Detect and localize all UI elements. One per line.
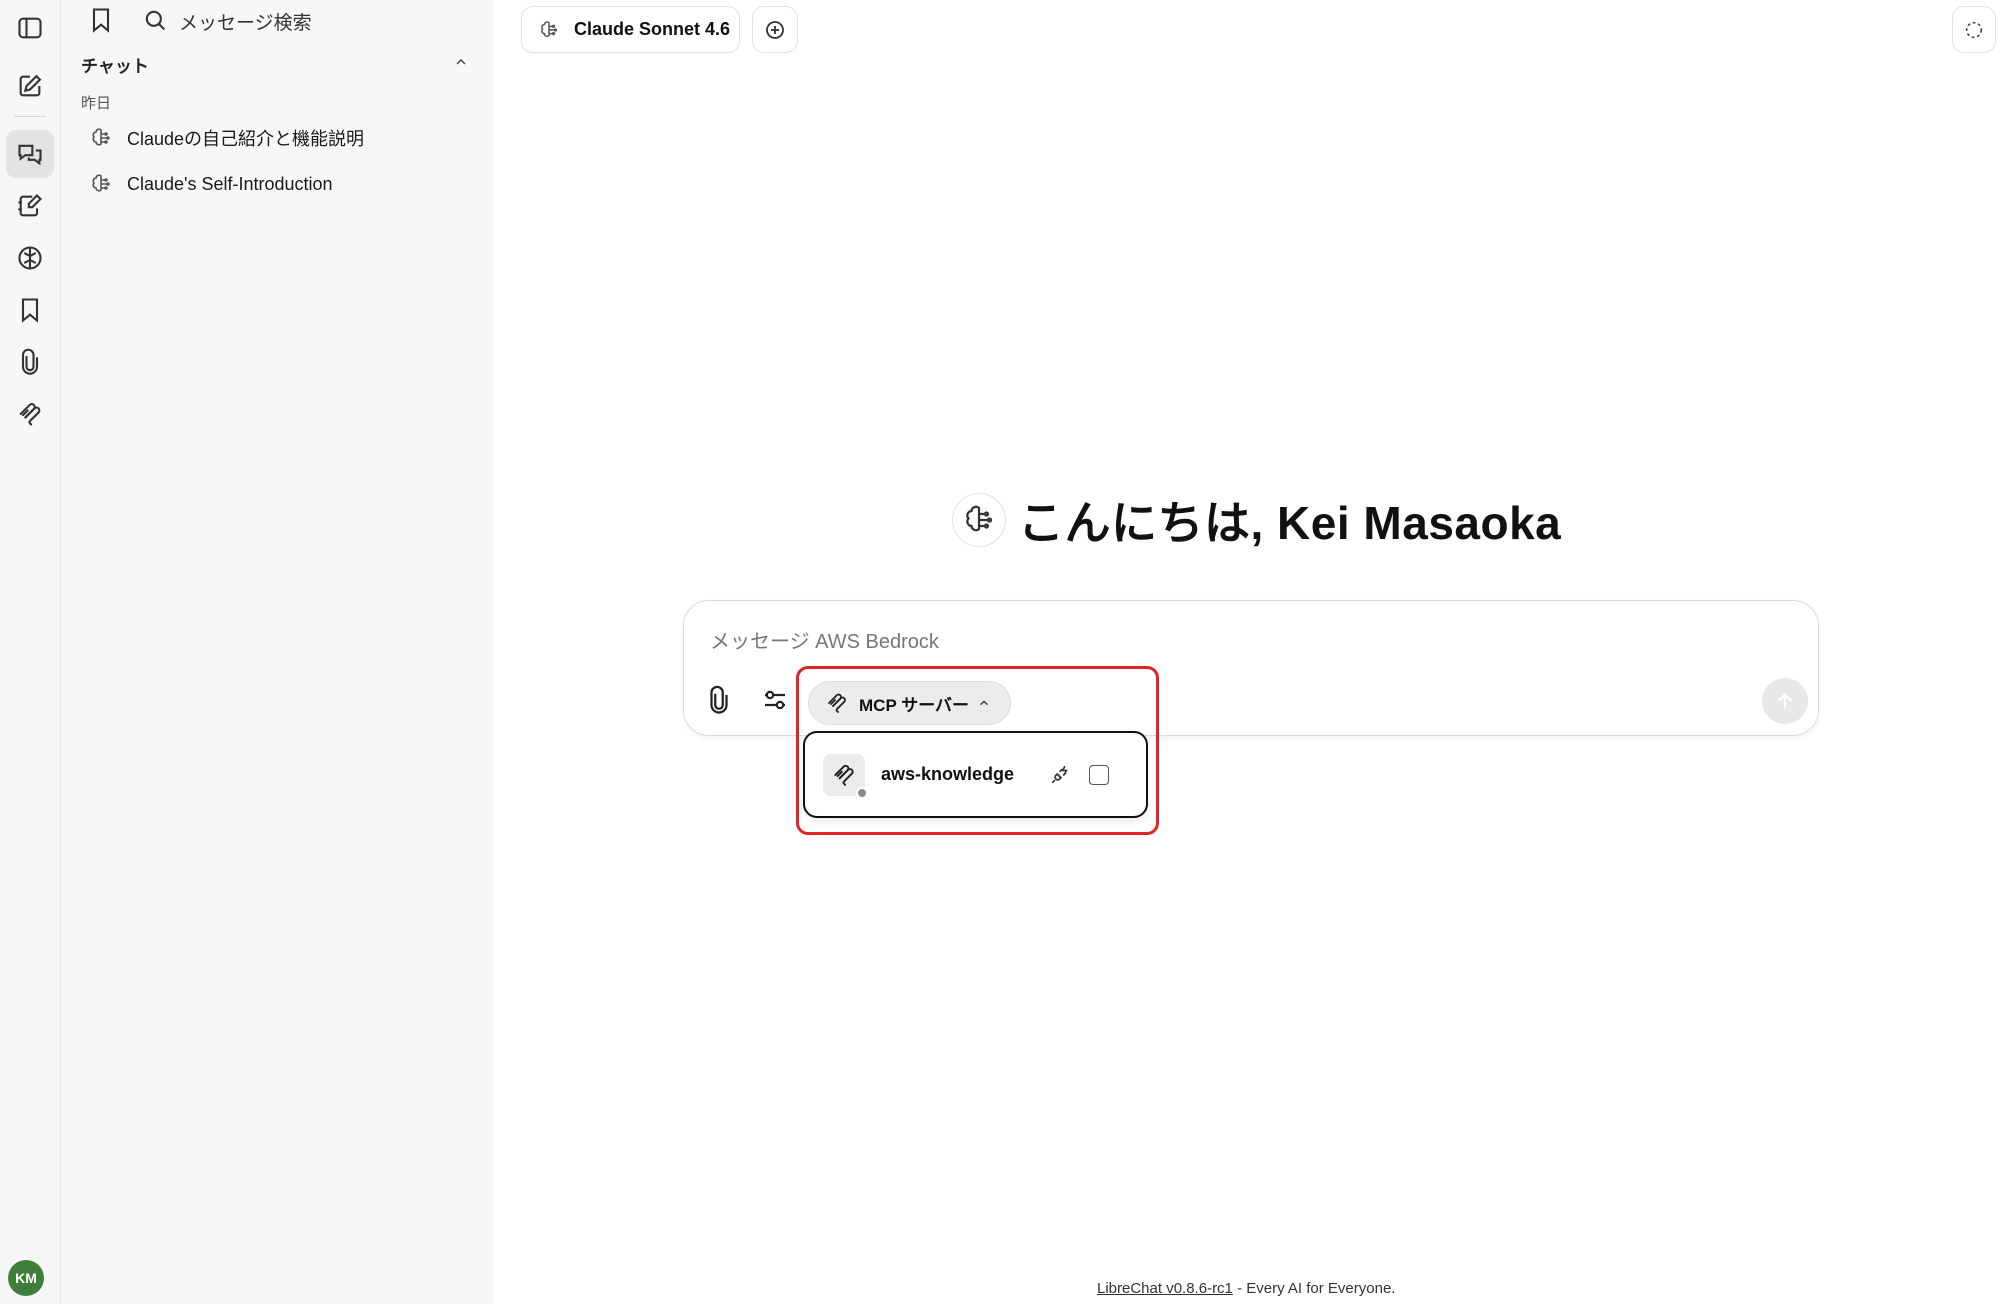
plug-icon[interactable]: [1049, 764, 1071, 786]
prompts-nav-button[interactable]: [6, 182, 54, 230]
mcp-server-label: MCP サーバー: [859, 695, 970, 715]
greeting: こんにちは, Kei Masaoka: [952, 488, 1561, 552]
paperclip-icon: [21, 348, 39, 375]
connection-status-dot: [856, 786, 868, 799]
version-link[interactable]: LibreChat v0.8.6-rc1: [1097, 1280, 1233, 1297]
mcp-icon: [834, 764, 854, 786]
paperclip-icon[interactable]: [704, 685, 734, 715]
rail-divider: [14, 116, 46, 117]
conversation-sidebar: メッセージ検索 チャット 昨日 Claudeの自己紹介と機能説明 Claude'…: [61, 0, 494, 1304]
chats-section-title: チャット: [81, 57, 149, 76]
footer-tagline: - Every AI for Everyone.: [1232, 1280, 1396, 1297]
sidebar-panel-icon: [18, 17, 42, 39]
bookmark-filter-icon[interactable]: [87, 6, 115, 34]
chat-bubbles-icon: [18, 144, 42, 166]
brain-circuit-icon: [92, 128, 110, 146]
search-input[interactable]: メッセージ検索: [179, 8, 312, 35]
conversation-title: Claude's Self-Introduction: [127, 173, 333, 194]
new-chat-button[interactable]: [6, 62, 54, 110]
sidebar-toolbar: メッセージ検索: [61, 0, 494, 40]
message-composer: メッセージ AWS Bedrock MCP サーバー: [683, 600, 1819, 736]
chats-nav-button[interactable]: [6, 130, 54, 178]
send-button[interactable]: [1762, 678, 1808, 724]
search-icon: [145, 10, 166, 31]
edit-icon: [19, 74, 42, 97]
chevron-up-icon: [980, 700, 988, 706]
mcp-server-toggle[interactable]: MCP サーバー: [808, 681, 1011, 725]
mcp-icon: [828, 693, 846, 713]
conversation-title: Claudeの自己紹介と機能説明: [127, 129, 365, 149]
mcp-server-dropdown: aws-knowledge: [803, 731, 1148, 818]
icon-rail: KM: [0, 0, 61, 1304]
date-group-label: 昨日: [81, 95, 112, 112]
user-avatar[interactable]: KM: [8, 1260, 44, 1296]
mcp-icon: [19, 403, 41, 426]
mcp-server-option[interactable]: aws-knowledge: [813, 741, 1138, 808]
conversation-item[interactable]: Claude's Self-Introduction: [81, 162, 481, 206]
plus-circle-icon: [766, 20, 784, 39]
dashed-circle-icon: [1965, 21, 1983, 38]
message-input[interactable]: メッセージ AWS Bedrock: [710, 625, 939, 654]
toggle-sidebar-button[interactable]: [6, 4, 54, 52]
settings-sliders-icon[interactable]: [760, 685, 790, 715]
chevron-up-icon[interactable]: [453, 54, 469, 70]
greeting-text: こんにちは, Kei Masaoka: [1018, 497, 1562, 549]
attachments-nav-button[interactable]: [6, 338, 54, 386]
bookmark-icon: [21, 298, 39, 323]
brain-icon: [18, 246, 42, 270]
add-model-button[interactable]: [752, 6, 798, 53]
brain-circuit-icon: [92, 174, 110, 192]
conversation-item[interactable]: Claudeの自己紹介と機能説明: [81, 116, 481, 160]
assistant-logo: [952, 493, 1006, 547]
bookmarks-nav-button[interactable]: [6, 286, 54, 334]
mcp-nav-button[interactable]: [6, 390, 54, 438]
temporary-chat-button[interactable]: [1952, 6, 1996, 53]
footer: LibreChat v0.8.6-rc1 - Every AI for Ever…: [1097, 1280, 1395, 1297]
brain-circuit-icon: [966, 505, 993, 532]
arrow-up-icon: [1778, 693, 1792, 709]
memory-nav-button[interactable]: [6, 234, 54, 282]
mcp-server-checkbox[interactable]: [1089, 764, 1109, 785]
mcp-server-avatar: [823, 753, 868, 799]
model-label: Claude Sonnet 4.6: [574, 19, 731, 39]
mcp-server-name: aws-knowledge: [881, 764, 1015, 784]
brain-circuit-icon: [541, 20, 558, 37]
notebook-pen-icon: [18, 194, 42, 217]
model-selector-button[interactable]: Claude Sonnet 4.6: [521, 6, 740, 53]
